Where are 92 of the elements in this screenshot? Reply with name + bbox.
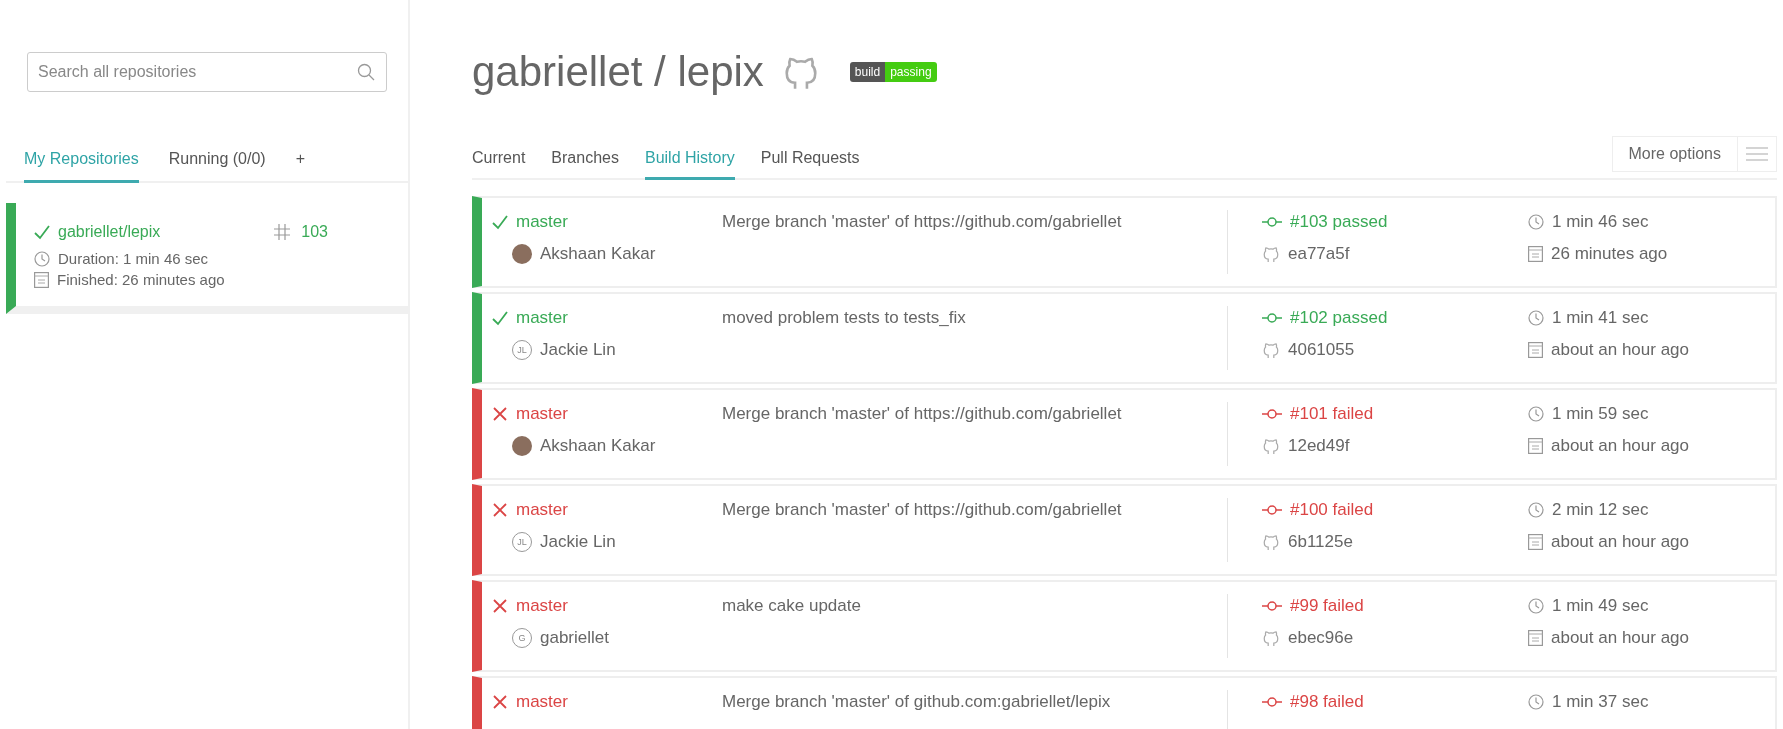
cross-icon (492, 502, 508, 518)
commit-message: Merge branch 'master' of github.com:gabriellet/lepix (722, 692, 1112, 712)
duration-text: 1 min 59 sec (1552, 404, 1649, 424)
github-icon (1262, 341, 1280, 359)
cross-icon (492, 598, 508, 614)
author-name: Akshaan Kakar (540, 436, 656, 456)
commit-icon (1262, 504, 1282, 516)
build-row[interactable]: master G gabriellet make cake update #99 failed ebec96e 1 min 49 sec about an hour ago (472, 580, 1777, 672)
commit-message: make cake update (722, 596, 862, 616)
menu-icon (1746, 147, 1768, 161)
commit-message: moved problem tests to tests_fix (722, 308, 967, 328)
check-icon (34, 224, 50, 240)
commit-hash[interactable]: 6b1125e (1288, 532, 1353, 552)
build-status[interactable]: #100 failed (1290, 500, 1374, 520)
sidebar-tab[interactable]: My Repositories (24, 150, 139, 183)
branch-name: master (516, 308, 568, 328)
commit-icon (1262, 216, 1282, 228)
duration-text: 1 min 41 sec (1552, 308, 1649, 328)
build-row[interactable]: master Akshaan Kakar Merge branch 'master' of https://github.com/gabriellet #103 passed ea77a5f 1 min 46 sec 26 minutes ago (472, 196, 1777, 288)
cross-icon (492, 406, 508, 422)
cross-icon (492, 694, 508, 710)
duration-text: Duration: 1 min 46 sec (58, 250, 209, 267)
search-icon (357, 63, 375, 81)
nav-tab[interactable]: Build History (644, 149, 735, 180)
build-row[interactable]: master Merge branch 'master' of github.com:gabriellet/lepix #98 failed 1 min 37 sec (472, 676, 1777, 729)
author-name: Jackie Lin (540, 340, 616, 360)
commit-icon (1262, 312, 1282, 324)
clock-icon (1528, 694, 1544, 710)
calendar-icon (1528, 438, 1543, 454)
commit-message: Merge branch 'master' of https://github.com/gabriellet (722, 212, 1123, 232)
commit-icon (1262, 408, 1282, 420)
commit-hash[interactable]: 12ed49f (1288, 436, 1350, 456)
build-number: 103 (301, 223, 328, 241)
duration-text: 1 min 49 sec (1552, 596, 1649, 616)
branch-name: master (516, 500, 568, 520)
finished-text: about an hour ago (1551, 532, 1689, 552)
clock-icon (34, 250, 50, 267)
check-icon (492, 310, 508, 326)
branch-name: master (516, 404, 568, 424)
build-row[interactable]: master JL Jackie Lin moved problem tests to tests_fix #102 passed 4061055 1 min 41 sec about an hour ago (472, 292, 1777, 384)
calendar-icon (1528, 630, 1543, 646)
commit-icon (1262, 600, 1282, 612)
finished-text: about an hour ago (1551, 436, 1689, 456)
commit-hash[interactable]: ebec96e (1288, 628, 1354, 648)
duration-text: 2 min 12 sec (1552, 500, 1649, 520)
calendar-icon (1528, 246, 1543, 262)
clock-icon (1528, 406, 1544, 422)
commit-message: Merge branch 'master' of https://github.com/gabriellet (722, 500, 1123, 520)
calendar-icon (1528, 342, 1543, 358)
duration-text: 1 min 46 sec (1552, 212, 1649, 232)
finished-text: about an hour ago (1551, 340, 1689, 360)
commit-hash[interactable]: ea77a5f (1288, 244, 1350, 264)
github-icon (1262, 437, 1280, 455)
author-name: Akshaan Kakar (540, 244, 656, 264)
search-field[interactable]: Search all repositories (27, 52, 387, 92)
nav-tab[interactable]: Current (472, 149, 526, 180)
clock-icon (1528, 214, 1544, 230)
github-icon (1262, 533, 1280, 551)
calendar-icon (34, 271, 49, 288)
build-row[interactable]: master Akshaan Kakar Merge branch 'master' of https://github.com/gabriellet #101 failed 12ed49f 1 min 59 sec about an hour ago (472, 388, 1777, 480)
nav-tab[interactable]: Pull Requests (760, 149, 860, 180)
author-name: Jackie Lin (540, 532, 616, 552)
commit-message: Merge branch 'master' of https://github.com/gabriellet (722, 404, 1123, 424)
duration-text: 1 min 37 sec (1552, 692, 1649, 712)
clock-icon (1528, 598, 1544, 614)
author-name: gabriellet (540, 628, 609, 648)
hash-icon (273, 223, 292, 241)
finished-text: Finished: 26 minutes ago (57, 271, 225, 288)
commit-icon (1262, 696, 1282, 708)
finished-text: about an hour ago (1551, 628, 1689, 648)
build-status[interactable]: #99 failed (1290, 596, 1364, 616)
build-row[interactable]: master JL Jackie Lin Merge branch 'master' of https://github.com/gabriellet #100 failed 6b1125e 2 min 12 sec about an hour ago (472, 484, 1777, 576)
repo-card[interactable]: gabriellet/lepix 103 Duration: 1 min 46 sec Finished: 26 minutes ago (6, 203, 408, 314)
sidebar-tab[interactable]: Running (0/0) (168, 150, 266, 183)
branch-name: master (516, 596, 568, 616)
nav-tab[interactable]: Branches (551, 149, 619, 180)
build-status[interactable]: #101 failed (1290, 404, 1374, 424)
clock-icon (1528, 310, 1544, 326)
calendar-icon (1528, 534, 1543, 550)
finished-text: 26 minutes ago (1551, 244, 1668, 264)
branch-name: master (516, 212, 568, 232)
repo-title: gabriellet / lepix (472, 48, 764, 96)
branch-name: master (516, 692, 568, 712)
check-icon (492, 214, 508, 230)
commit-hash[interactable]: 4061055 (1288, 340, 1355, 360)
avatar (512, 244, 532, 264)
avatar (512, 436, 532, 456)
github-icon (1262, 245, 1280, 263)
build-status[interactable]: #98 failed (1290, 692, 1364, 712)
clock-icon (1528, 502, 1544, 518)
sidebar-tab[interactable]: + (295, 150, 305, 183)
github-icon (1262, 629, 1280, 647)
